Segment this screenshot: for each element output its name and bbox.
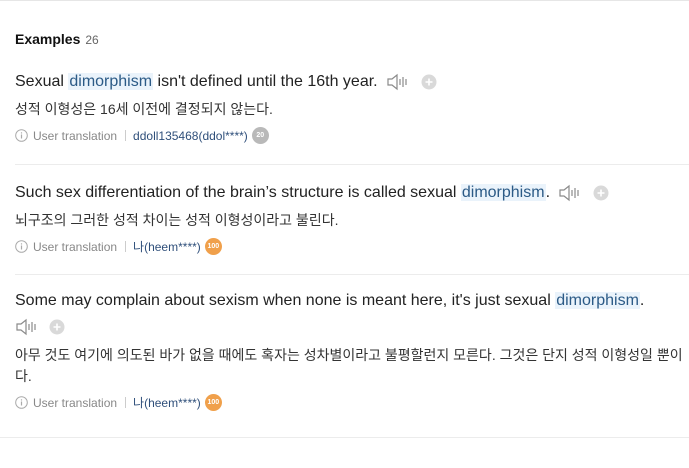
divider: [15, 164, 689, 165]
separator: [125, 130, 127, 141]
sentence-text: Some may complain about sexism when none…: [15, 292, 556, 309]
highlighted-keyword: dimorphism: [555, 292, 640, 309]
top-border: [0, 0, 689, 1]
example-meta: User translation 나(heem****) 100: [15, 238, 685, 255]
add-to-wordbook-icon[interactable]: [421, 74, 437, 90]
example-sentence: Sexual dimorphism isn't defined until th…: [15, 71, 685, 93]
source-label: User translation: [33, 239, 118, 254]
sentence-text: Such sex differentiation of the brain’s …: [15, 184, 461, 201]
user-link[interactable]: 나(heem****): [133, 394, 201, 411]
example-translation: 뇌구조의 그러한 성적 차이는 성적 이형성이라고 불린다.: [15, 212, 339, 228]
speaker-icon[interactable]: [15, 317, 39, 337]
user-level-badge: 100: [204, 238, 222, 255]
user-level-badge: 20: [251, 127, 269, 144]
user-level-badge: 100: [204, 394, 222, 411]
example-translation: 아무 것도 여기에 의도된 바가 없을 때에도 혹자는 성차별이라고 불평할런지…: [15, 347, 683, 384]
sentence-text: Sexual: [15, 73, 69, 90]
separator: [125, 241, 127, 252]
speaker-icon[interactable]: [558, 183, 582, 203]
example-item: Some may complain about sexism when none…: [15, 290, 685, 411]
example-sentence: Some may complain about sexism when none…: [15, 290, 685, 337]
sentence-text: .: [545, 184, 551, 201]
separator: [125, 397, 127, 408]
example-item: Such sex differentiation of the brain’s …: [15, 182, 685, 255]
example-meta: User translation 나(heem****) 100: [15, 394, 685, 411]
info-icon[interactable]: [15, 396, 28, 409]
sentence-text: .: [639, 292, 645, 309]
highlighted-keyword: dimorphism: [68, 73, 154, 90]
add-to-wordbook-icon[interactable]: [49, 319, 65, 335]
examples-count: 26: [85, 33, 99, 47]
example-translation: 성적 이형성은 16세 이전에 결정되지 않는다.: [15, 101, 273, 117]
user-link[interactable]: ddoll135468(ddol****): [133, 129, 248, 143]
info-icon[interactable]: [15, 129, 28, 142]
example-item: Sexual dimorphism isn't defined until th…: [15, 71, 685, 144]
examples-title: Examples: [15, 31, 81, 47]
source-label: User translation: [33, 395, 118, 410]
speaker-icon[interactable]: [386, 72, 410, 92]
bottom-border: [0, 437, 689, 438]
divider: [15, 274, 689, 275]
user-link[interactable]: 나(heem****): [133, 238, 201, 255]
example-meta: User translation ddoll135468(ddol****) 2…: [15, 127, 685, 144]
add-to-wordbook-icon[interactable]: [593, 185, 609, 201]
highlighted-keyword: dimorphism: [460, 184, 546, 201]
example-sentence: Such sex differentiation of the brain’s …: [15, 182, 685, 204]
examples-header: Examples 26: [15, 31, 99, 47]
info-icon[interactable]: [15, 240, 28, 253]
sentence-text: isn't defined until the 16th year.: [153, 73, 378, 90]
source-label: User translation: [33, 128, 118, 143]
